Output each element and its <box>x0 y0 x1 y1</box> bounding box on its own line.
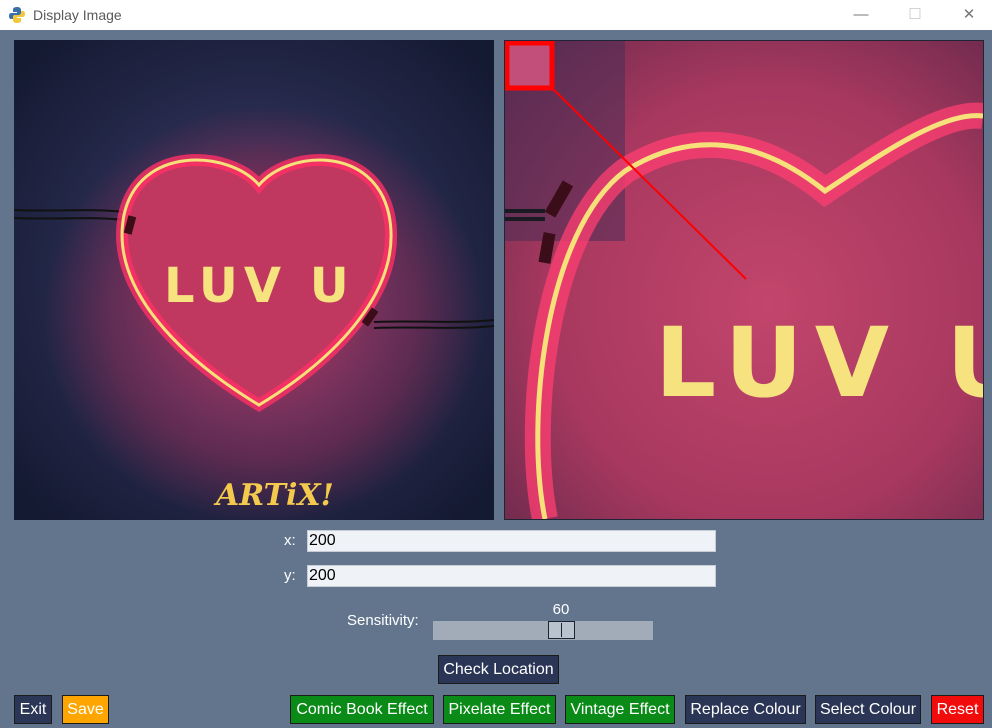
reset-button[interactable]: Reset <box>931 695 984 724</box>
python-icon <box>9 7 25 23</box>
exit-button[interactable]: Exit <box>14 695 52 724</box>
selection-box <box>505 41 555 91</box>
artist-logo: ARTiX! <box>213 478 334 513</box>
sign-text: LUV U <box>164 258 355 314</box>
zoomed-image[interactable]: LUV U <box>505 41 983 519</box>
comic-book-effect-button[interactable]: Comic Book Effect <box>290 695 434 724</box>
sensitivity-label: Sensitivity: <box>347 612 419 629</box>
sensitivity-slider-track[interactable] <box>433 621 653 640</box>
original-image[interactable]: LUV U ARTiX! <box>14 40 494 520</box>
title-bar: Display Image — ☐ ✕ <box>0 0 992 30</box>
pixelate-effect-button[interactable]: Pixelate Effect <box>443 695 556 724</box>
save-button[interactable]: Save <box>62 695 109 724</box>
zoom-preview[interactable]: LUV U <box>504 40 984 520</box>
vintage-effect-button[interactable]: Vintage Effect <box>565 695 675 724</box>
y-input[interactable] <box>307 565 716 587</box>
sensitivity-value: 60 <box>552 601 570 618</box>
y-label: y: <box>284 567 296 584</box>
zoomed-sign-text: LUV U <box>655 307 983 419</box>
x-input[interactable] <box>307 530 716 552</box>
replace-colour-button[interactable]: Replace Colour <box>685 695 806 724</box>
close-button[interactable]: ✕ <box>946 0 992 30</box>
minimize-button[interactable]: — <box>838 0 884 30</box>
check-location-button[interactable]: Check Location <box>438 655 559 684</box>
neon-heart-image[interactable]: LUV U ARTiX! <box>14 40 494 520</box>
select-colour-button[interactable]: Select Colour <box>815 695 921 724</box>
maximize-button[interactable]: ☐ <box>892 0 938 30</box>
sensitivity-slider-handle[interactable] <box>548 621 575 639</box>
x-label: x: <box>284 532 296 549</box>
window-title: Display Image <box>33 7 122 23</box>
